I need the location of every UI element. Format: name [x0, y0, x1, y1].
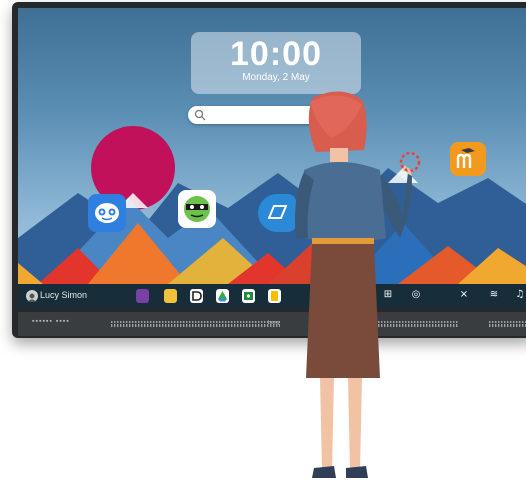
search-icon — [194, 109, 206, 121]
classroom-app-icon[interactable] — [242, 289, 255, 303]
bezel-brand-text: ▪▪▪▪▪▪ ▪▪▪▪ — [32, 318, 70, 325]
clock-time: 10:00 — [230, 35, 322, 73]
drive-app-icon[interactable] — [216, 289, 229, 303]
mask-face-app-icon[interactable] — [178, 190, 216, 228]
moodle-app-icon[interactable] — [450, 142, 486, 176]
notification-bell-icon[interactable]: ♫ — [514, 289, 526, 301]
mute-icon[interactable]: ⨯ — [458, 289, 470, 301]
user-name: Lucy Simon — [40, 290, 88, 300]
avatar[interactable] — [26, 290, 38, 302]
clock-widget: 10:00 Monday, 2 May — [191, 32, 361, 94]
media-app-icon[interactable] — [136, 289, 149, 303]
clock-date: Monday, 2 May — [242, 72, 310, 83]
wifi-icon[interactable]: ≋ — [488, 289, 500, 301]
notes-app-icon[interactable] — [164, 289, 177, 303]
d-app-icon[interactable] — [190, 289, 203, 303]
classdojo-app-icon[interactable] — [88, 194, 126, 232]
presenter-illustration — [295, 91, 412, 478]
